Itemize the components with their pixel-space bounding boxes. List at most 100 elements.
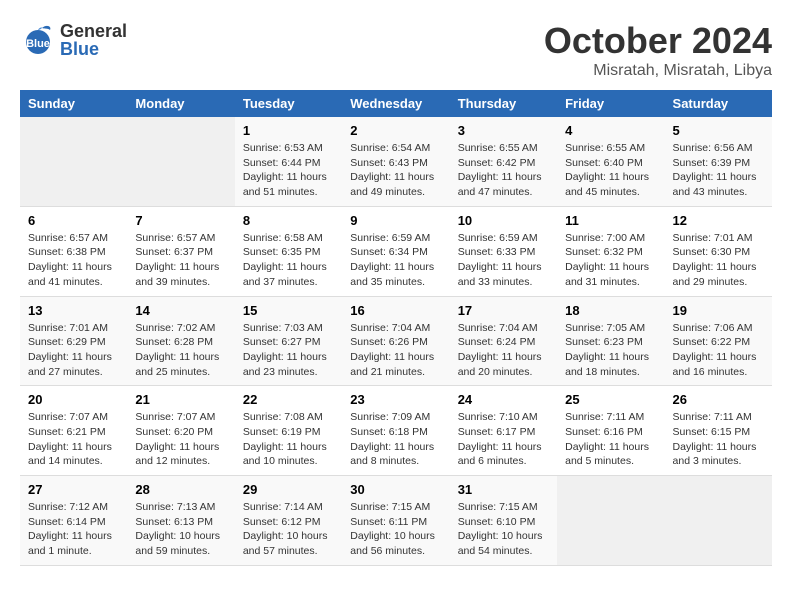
week-row-1: 1 Sunrise: 6:53 AMSunset: 6:44 PMDaylight… xyxy=(20,117,772,206)
day-info: Sunrise: 6:59 AMSunset: 6:34 PMDaylight:… xyxy=(350,231,441,290)
logo-blue-text: Blue xyxy=(60,40,127,58)
day-info: Sunrise: 7:03 AMSunset: 6:27 PMDaylight:… xyxy=(243,321,334,380)
logo-icon: Blue xyxy=(20,20,56,56)
calendar-cell: 23 Sunrise: 7:09 AMSunset: 6:18 PMDayligh… xyxy=(342,386,449,476)
day-info: Sunrise: 7:04 AMSunset: 6:24 PMDaylight:… xyxy=(458,321,549,380)
day-info: Sunrise: 6:55 AMSunset: 6:40 PMDaylight:… xyxy=(565,141,656,200)
day-info: Sunrise: 7:07 AMSunset: 6:21 PMDaylight:… xyxy=(28,410,119,469)
calendar-cell: 18 Sunrise: 7:05 AMSunset: 6:23 PMDayligh… xyxy=(557,296,664,386)
day-info: Sunrise: 7:11 AMSunset: 6:15 PMDaylight:… xyxy=(673,410,764,469)
day-header-wednesday: Wednesday xyxy=(342,90,449,117)
location-subtitle: Misratah, Misratah, Libya xyxy=(544,62,772,80)
day-info: Sunrise: 6:55 AMSunset: 6:42 PMDaylight:… xyxy=(458,141,549,200)
calendar-cell xyxy=(20,117,127,206)
logo-general-text: General xyxy=(60,22,127,40)
day-number: 30 xyxy=(350,482,441,497)
day-info: Sunrise: 7:11 AMSunset: 6:16 PMDaylight:… xyxy=(565,410,656,469)
calendar-cell: 21 Sunrise: 7:07 AMSunset: 6:20 PMDayligh… xyxy=(127,386,234,476)
calendar-cell: 29 Sunrise: 7:14 AMSunset: 6:12 PMDayligh… xyxy=(235,476,342,566)
calendar-cell: 25 Sunrise: 7:11 AMSunset: 6:16 PMDayligh… xyxy=(557,386,664,476)
day-number: 6 xyxy=(28,213,119,228)
day-number: 1 xyxy=(243,123,334,138)
day-info: Sunrise: 6:57 AMSunset: 6:38 PMDaylight:… xyxy=(28,231,119,290)
page-header: Blue General Blue October 2024 Misratah,… xyxy=(20,20,772,80)
calendar-cell xyxy=(665,476,772,566)
day-number: 25 xyxy=(565,392,656,407)
day-number: 5 xyxy=(673,123,764,138)
day-info: Sunrise: 7:09 AMSunset: 6:18 PMDaylight:… xyxy=(350,410,441,469)
day-number: 10 xyxy=(458,213,549,228)
day-info: Sunrise: 7:13 AMSunset: 6:13 PMDaylight:… xyxy=(135,500,226,559)
day-number: 17 xyxy=(458,303,549,318)
day-header-sunday: Sunday xyxy=(20,90,127,117)
day-info: Sunrise: 6:54 AMSunset: 6:43 PMDaylight:… xyxy=(350,141,441,200)
calendar-cell xyxy=(557,476,664,566)
day-number: 23 xyxy=(350,392,441,407)
day-number: 15 xyxy=(243,303,334,318)
day-info: Sunrise: 6:57 AMSunset: 6:37 PMDaylight:… xyxy=(135,231,226,290)
day-header-monday: Monday xyxy=(127,90,234,117)
day-number: 18 xyxy=(565,303,656,318)
day-number: 19 xyxy=(673,303,764,318)
week-row-4: 20 Sunrise: 7:07 AMSunset: 6:21 PMDayligh… xyxy=(20,386,772,476)
day-number: 2 xyxy=(350,123,441,138)
day-number: 4 xyxy=(565,123,656,138)
day-info: Sunrise: 7:10 AMSunset: 6:17 PMDaylight:… xyxy=(458,410,549,469)
day-number: 7 xyxy=(135,213,226,228)
calendar-cell: 3 Sunrise: 6:55 AMSunset: 6:42 PMDaylight… xyxy=(450,117,557,206)
day-header-saturday: Saturday xyxy=(665,90,772,117)
calendar-cell: 4 Sunrise: 6:55 AMSunset: 6:40 PMDaylight… xyxy=(557,117,664,206)
calendar-cell: 13 Sunrise: 7:01 AMSunset: 6:29 PMDayligh… xyxy=(20,296,127,386)
calendar-cell: 12 Sunrise: 7:01 AMSunset: 6:30 PMDayligh… xyxy=(665,206,772,296)
day-info: Sunrise: 7:01 AMSunset: 6:29 PMDaylight:… xyxy=(28,321,119,380)
day-info: Sunrise: 6:56 AMSunset: 6:39 PMDaylight:… xyxy=(673,141,764,200)
day-info: Sunrise: 7:14 AMSunset: 6:12 PMDaylight:… xyxy=(243,500,334,559)
calendar-cell: 9 Sunrise: 6:59 AMSunset: 6:34 PMDaylight… xyxy=(342,206,449,296)
day-number: 26 xyxy=(673,392,764,407)
day-info: Sunrise: 7:15 AMSunset: 6:11 PMDaylight:… xyxy=(350,500,441,559)
title-area: October 2024 Misratah, Misratah, Libya xyxy=(544,20,772,80)
day-number: 11 xyxy=(565,213,656,228)
week-row-3: 13 Sunrise: 7:01 AMSunset: 6:29 PMDayligh… xyxy=(20,296,772,386)
calendar-cell: 7 Sunrise: 6:57 AMSunset: 6:37 PMDaylight… xyxy=(127,206,234,296)
day-number: 12 xyxy=(673,213,764,228)
day-number: 20 xyxy=(28,392,119,407)
calendar-cell: 14Sunrise: 7:02 AMSunset: 6:28 PMDayligh… xyxy=(127,296,234,386)
day-number: 9 xyxy=(350,213,441,228)
day-number: 13 xyxy=(28,303,119,318)
day-number: 31 xyxy=(458,482,549,497)
day-number: 22 xyxy=(243,392,334,407)
day-number: 27 xyxy=(28,482,119,497)
day-info: Sunrise: 6:58 AMSunset: 6:35 PMDaylight:… xyxy=(243,231,334,290)
day-number: 8 xyxy=(243,213,334,228)
day-info: Sunrise: 7:07 AMSunset: 6:20 PMDaylight:… xyxy=(135,410,226,469)
day-number: 29 xyxy=(243,482,334,497)
calendar-cell: 6 Sunrise: 6:57 AMSunset: 6:38 PMDaylight… xyxy=(20,206,127,296)
day-header-friday: Friday xyxy=(557,90,664,117)
day-info: Sunrise: 6:53 AMSunset: 6:44 PMDaylight:… xyxy=(243,141,334,200)
calendar-cell: 20 Sunrise: 7:07 AMSunset: 6:21 PMDayligh… xyxy=(20,386,127,476)
calendar-cell xyxy=(127,117,234,206)
day-info: Sunrise: 7:01 AMSunset: 6:30 PMDaylight:… xyxy=(673,231,764,290)
day-info: Sunrise: 7:05 AMSunset: 6:23 PMDaylight:… xyxy=(565,321,656,380)
calendar-cell: 10 Sunrise: 6:59 AMSunset: 6:33 PMDayligh… xyxy=(450,206,557,296)
calendar-cell: 28Sunrise: 7:13 AMSunset: 6:13 PMDayligh… xyxy=(127,476,234,566)
calendar-cell: 30 Sunrise: 7:15 AMSunset: 6:11 PMDayligh… xyxy=(342,476,449,566)
day-info: Sunrise: 7:06 AMSunset: 6:22 PMDaylight:… xyxy=(673,321,764,380)
day-number: 16 xyxy=(350,303,441,318)
svg-text:Blue: Blue xyxy=(26,38,50,50)
calendar-cell: 24 Sunrise: 7:10 AMSunset: 6:17 PMDayligh… xyxy=(450,386,557,476)
week-row-5: 27Sunrise: 7:12 AMSunset: 6:14 PMDayligh… xyxy=(20,476,772,566)
calendar-cell: 1 Sunrise: 6:53 AMSunset: 6:44 PMDaylight… xyxy=(235,117,342,206)
days-header-row: SundayMondayTuesdayWednesdayThursdayFrid… xyxy=(20,90,772,117)
day-info: Sunrise: 7:04 AMSunset: 6:26 PMDaylight:… xyxy=(350,321,441,380)
day-info: Sunrise: 7:00 AMSunset: 6:32 PMDaylight:… xyxy=(565,231,656,290)
calendar-cell: 19 Sunrise: 7:06 AMSunset: 6:22 PMDayligh… xyxy=(665,296,772,386)
calendar-cell: 27Sunrise: 7:12 AMSunset: 6:14 PMDayligh… xyxy=(20,476,127,566)
calendar-cell: 8 Sunrise: 6:58 AMSunset: 6:35 PMDaylight… xyxy=(235,206,342,296)
calendar-cell: 2 Sunrise: 6:54 AMSunset: 6:43 PMDaylight… xyxy=(342,117,449,206)
day-info: Sunrise: 6:59 AMSunset: 6:33 PMDaylight:… xyxy=(458,231,549,290)
day-number: 24 xyxy=(458,392,549,407)
day-number: 3 xyxy=(458,123,549,138)
day-number: 21 xyxy=(135,392,226,407)
